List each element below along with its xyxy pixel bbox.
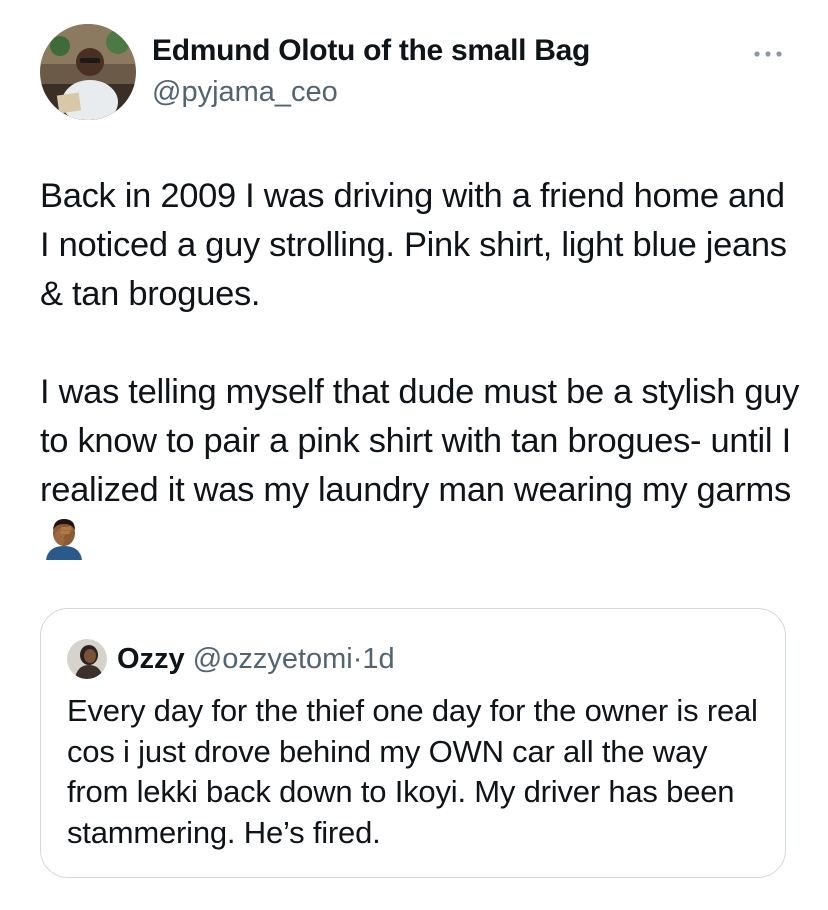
- more-options-icon: [754, 51, 782, 57]
- quoted-timestamp[interactable]: 1d: [362, 643, 394, 675]
- author-display-name[interactable]: Edmund Olotu of the small Bag: [152, 34, 590, 68]
- tweet-body: Back in 2009 I was driving with a friend…: [40, 172, 800, 564]
- avatar-photo-icon: [40, 24, 136, 120]
- more-options-button[interactable]: [748, 44, 788, 64]
- man-facepalming-emoji-icon: [42, 516, 86, 560]
- tweet-text: Back in 2009 I was driving with a friend…: [40, 177, 800, 509]
- quoted-author-handle[interactable]: @ozzyetomi: [193, 643, 353, 675]
- quoted-tweet-card[interactable]: Ozzy @ozzyetomi·1d Every day for the thi…: [40, 608, 786, 878]
- quoted-tweet-header: Ozzy @ozzyetomi·1d: [117, 639, 395, 679]
- author-avatar[interactable]: [40, 24, 136, 120]
- quoted-separator: ·: [352, 643, 363, 675]
- quoted-author-avatar[interactable]: [67, 639, 107, 679]
- quoted-tweet-text: Every day for the thief one day for the …: [67, 693, 758, 850]
- author-handle[interactable]: @pyjama_ceo: [152, 76, 338, 109]
- quoted-avatar-photo-icon: [67, 639, 107, 679]
- quoted-author-name[interactable]: Ozzy: [117, 643, 185, 675]
- tweet-card: Edmund Olotu of the small Bag @pyjama_ce…: [0, 0, 828, 910]
